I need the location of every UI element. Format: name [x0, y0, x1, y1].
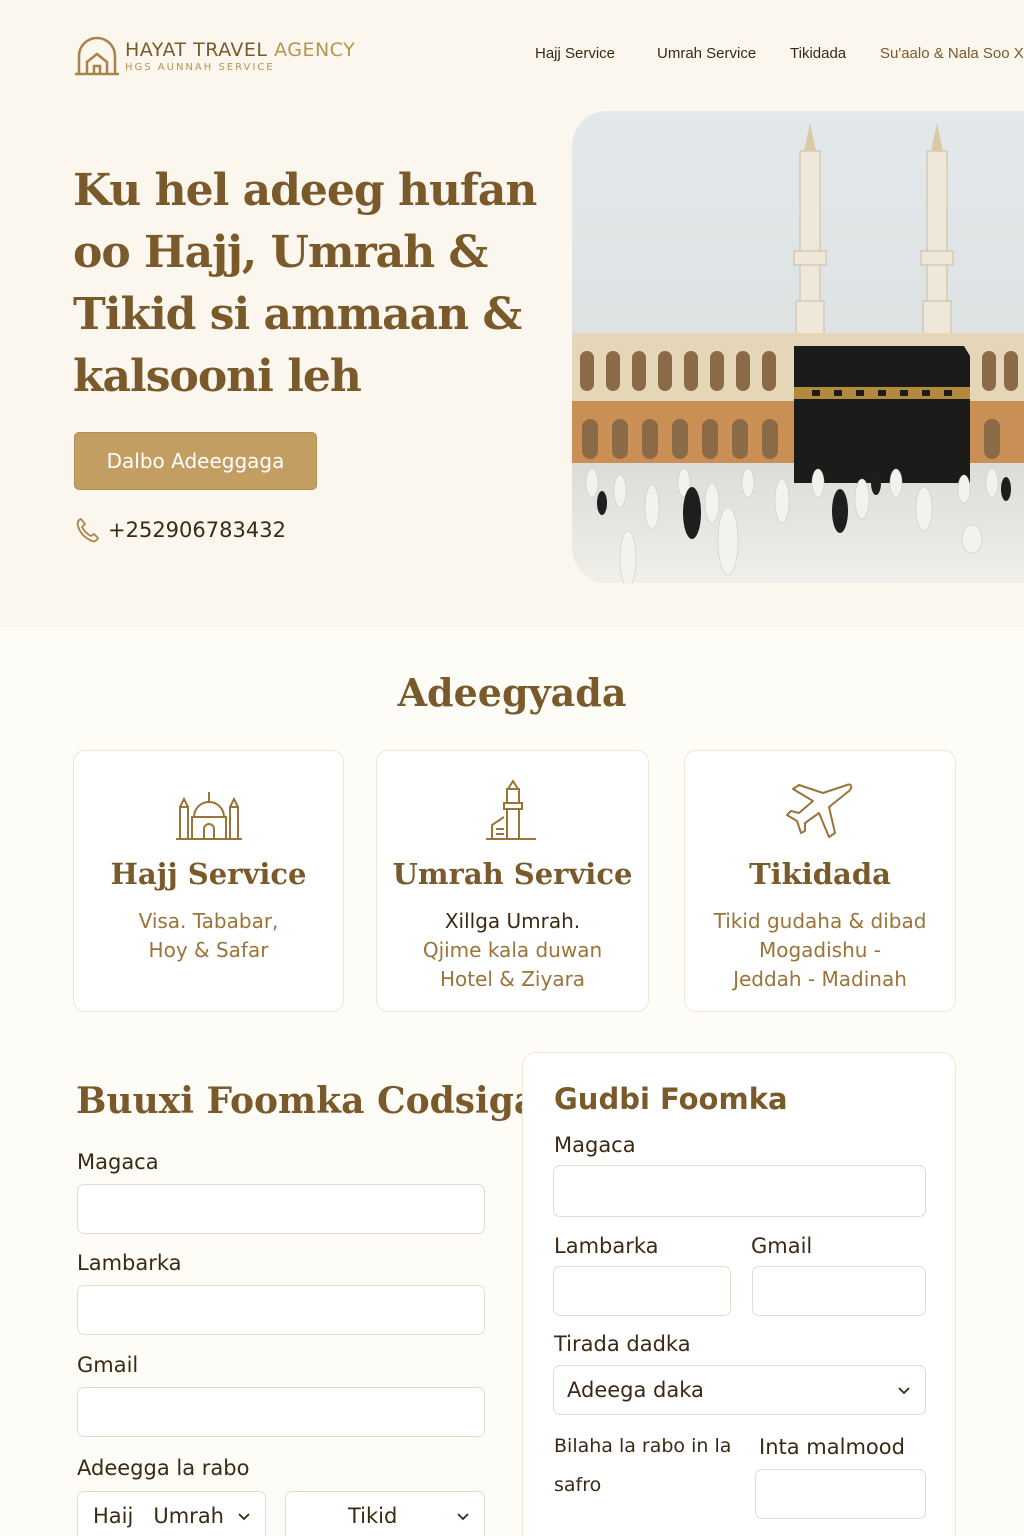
people-count-label: Tirada dadka: [554, 1332, 691, 1356]
chevron-down-icon: [457, 1513, 469, 1521]
hero-title: Ku hel adeeg hufan oo Hajj, Umrah & Tiki…: [73, 165, 537, 402]
order-service-button[interactable]: Dalbo Adeeggaga: [74, 432, 317, 490]
main-nav: Hajj Service Umrah Service Tikidada Su'a…: [0, 45, 1024, 69]
card-description: Xillga Umrah. Qjime kala duwan Hotel & Z…: [377, 907, 648, 994]
select-value: Adeega daka: [567, 1378, 704, 1402]
card-line: Visa. Tababar,: [138, 909, 279, 933]
card-line: Tikid gudaha & dibad: [713, 909, 927, 933]
request-form-title: Buuxi Foomka Codsiga: [76, 1080, 538, 1122]
card-title: Tikidada: [749, 857, 891, 891]
name-input[interactable]: [77, 1184, 485, 1234]
select-value: Haij Umrah: [93, 1504, 224, 1528]
card-title: Hajj Service: [110, 857, 307, 891]
submit-name-input[interactable]: [553, 1165, 926, 1217]
service-select-hajj-umrah[interactable]: Haij Umrah: [77, 1491, 266, 1536]
email-label: Gmail: [751, 1234, 813, 1258]
phone-number: +252906783432: [108, 518, 286, 542]
service-label: Adeegga la rabo: [77, 1456, 250, 1480]
card-description: Visa. Tababar, Hoy & Safar: [74, 907, 343, 965]
name-label: Magaca: [77, 1150, 159, 1174]
travel-month-label-cont: safro: [554, 1474, 602, 1496]
card-line: Hoy & Safar: [148, 938, 269, 962]
email-input[interactable]: [77, 1387, 485, 1437]
nav-faq-contact[interactable]: Su'aalo & Nala Soo X: [880, 45, 1024, 62]
submit-email-input[interactable]: [752, 1266, 926, 1316]
email-label: Gmail: [77, 1353, 139, 1377]
nav-hajj-service[interactable]: Hajj Service: [535, 45, 615, 62]
mosque-icon: [175, 792, 242, 840]
service-card-hajj[interactable]: Hajj Service Visa. Tababar, Hoy & Safar: [73, 750, 344, 1012]
service-card-tikidada[interactable]: Tikidada Tikid gudaha & dibad Mogadishu …: [684, 750, 956, 1012]
people-count-select[interactable]: Adeega daka: [553, 1365, 926, 1415]
nav-tikidada[interactable]: Tikidada: [790, 45, 846, 62]
card-highlight: Xillga Umrah.: [444, 909, 581, 933]
services-section-title: Adeegyada: [397, 670, 627, 715]
phone-contact[interactable]: +252906783432: [74, 516, 286, 544]
card-line: Qjime kala duwan: [422, 938, 603, 962]
kaaba-mecca-photo: [572, 111, 1024, 583]
passport-input[interactable]: [755, 1469, 926, 1519]
select-value: Tikid: [348, 1504, 398, 1528]
phone-icon: [76, 518, 99, 543]
airplane-icon: [786, 783, 853, 838]
service-select-tikid[interactable]: Tikid: [285, 1491, 485, 1536]
card-line: Mogadishu -: [758, 938, 882, 962]
card-line: Jeddah - Madinah: [733, 967, 907, 991]
card-description: Tikid gudaha & dibad Mogadishu - Jeddah …: [685, 907, 955, 994]
minaret-icon: [485, 779, 536, 840]
travel-month-label: Bilaha la rabo in la: [554, 1435, 732, 1457]
service-card-umrah[interactable]: Umrah Service Xillga Umrah. Qjime kala d…: [376, 750, 649, 1012]
card-title: Umrah Service: [392, 857, 633, 891]
chevron-down-icon: [238, 1513, 250, 1521]
chevron-down-icon: [898, 1387, 910, 1395]
name-label: Magaca: [554, 1133, 636, 1157]
nav-umrah-service[interactable]: Umrah Service: [657, 45, 756, 62]
phone-label: Lambarka: [554, 1234, 659, 1258]
phone-label: Lambarka: [77, 1251, 182, 1275]
phone-input[interactable]: [77, 1285, 485, 1335]
passport-label: Inta malmood: [759, 1435, 905, 1459]
submit-phone-input[interactable]: [553, 1266, 731, 1316]
submit-form-title: Gudbi Foomka: [554, 1082, 788, 1116]
card-line: Hotel & Ziyara: [439, 967, 586, 991]
